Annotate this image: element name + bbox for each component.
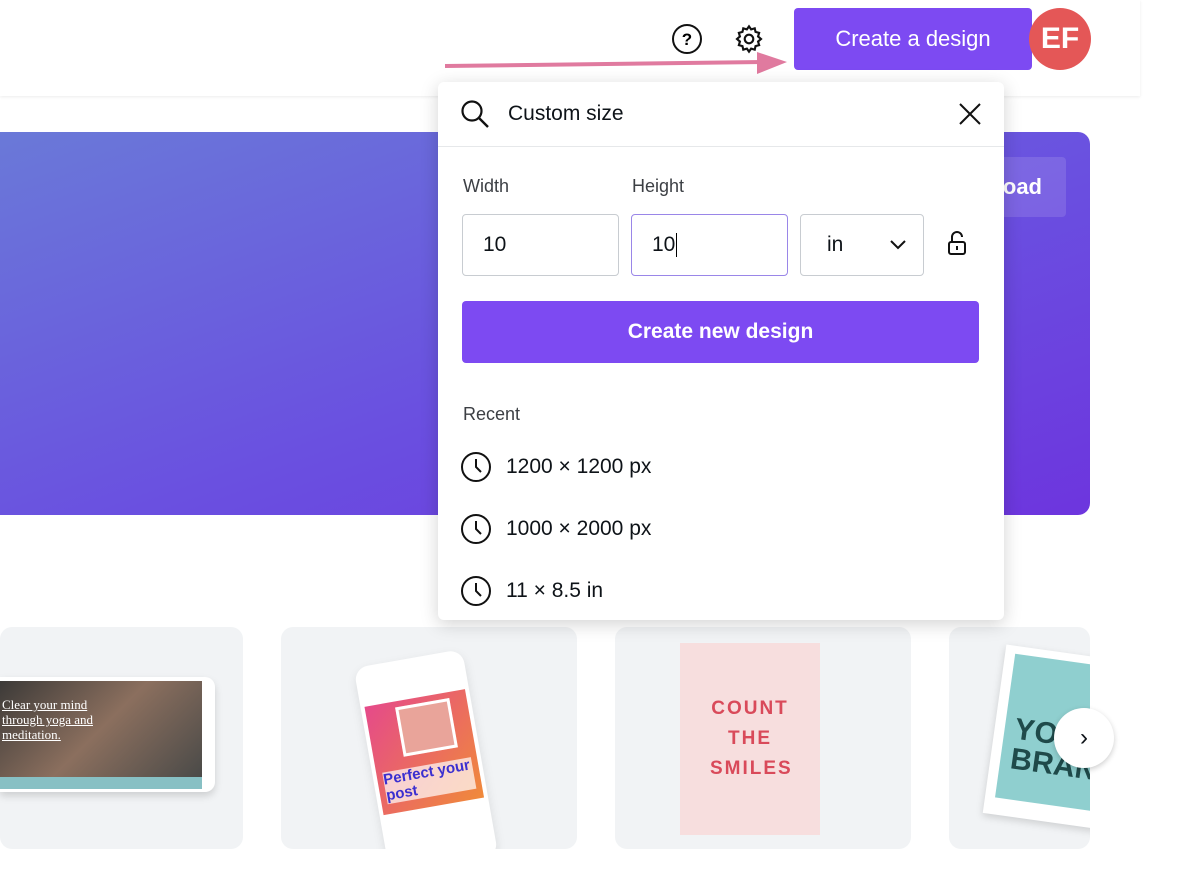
clock-icon — [461, 514, 491, 544]
clock-icon — [461, 576, 491, 606]
next-arrow-button[interactable]: › — [1054, 708, 1114, 768]
chevron-right-icon: › — [1080, 724, 1088, 751]
avatar[interactable]: EF — [1029, 8, 1091, 70]
recent-label: Recent — [463, 404, 521, 424]
height-input[interactable]: 10 — [631, 214, 788, 276]
recent-item[interactable]: 1000 × 2000 px — [460, 513, 651, 545]
template-text: Clear your mind through yoga and meditat… — [2, 697, 93, 742]
template-text: Perfect your post — [382, 757, 477, 805]
search-input[interactable]: Custom size — [508, 102, 958, 126]
template-card[interactable]: Clear your mind through yoga and meditat… — [0, 627, 243, 849]
template-card[interactable]: COUNT THE SMILES — [615, 627, 911, 849]
recent-item[interactable]: 11 × 8.5 in — [460, 575, 603, 607]
arrow-annotation-icon — [445, 52, 787, 74]
custom-size-popup: Custom size Width Height 10 10 in Create… — [438, 82, 1004, 620]
unit-select[interactable]: in — [800, 214, 924, 276]
recent-item[interactable]: 1200 × 1200 px — [460, 451, 651, 483]
template-text: COUNT THE SMILES — [710, 698, 793, 779]
create-new-design-button[interactable]: Create new design — [462, 301, 979, 363]
width-label: Width — [463, 176, 510, 196]
template-card[interactable]: Perfect your post — [281, 627, 577, 849]
unlock-icon[interactable] — [947, 231, 967, 257]
create-design-button[interactable]: Create a design — [794, 8, 1032, 70]
svg-text:?: ? — [682, 30, 692, 49]
width-input[interactable]: 10 — [462, 214, 619, 276]
chevron-down-icon — [890, 240, 906, 250]
search-icon — [461, 100, 489, 128]
close-icon[interactable] — [958, 102, 982, 126]
height-label: Height — [632, 176, 685, 196]
clock-icon — [461, 452, 491, 482]
search-row: Custom size — [438, 82, 1004, 147]
